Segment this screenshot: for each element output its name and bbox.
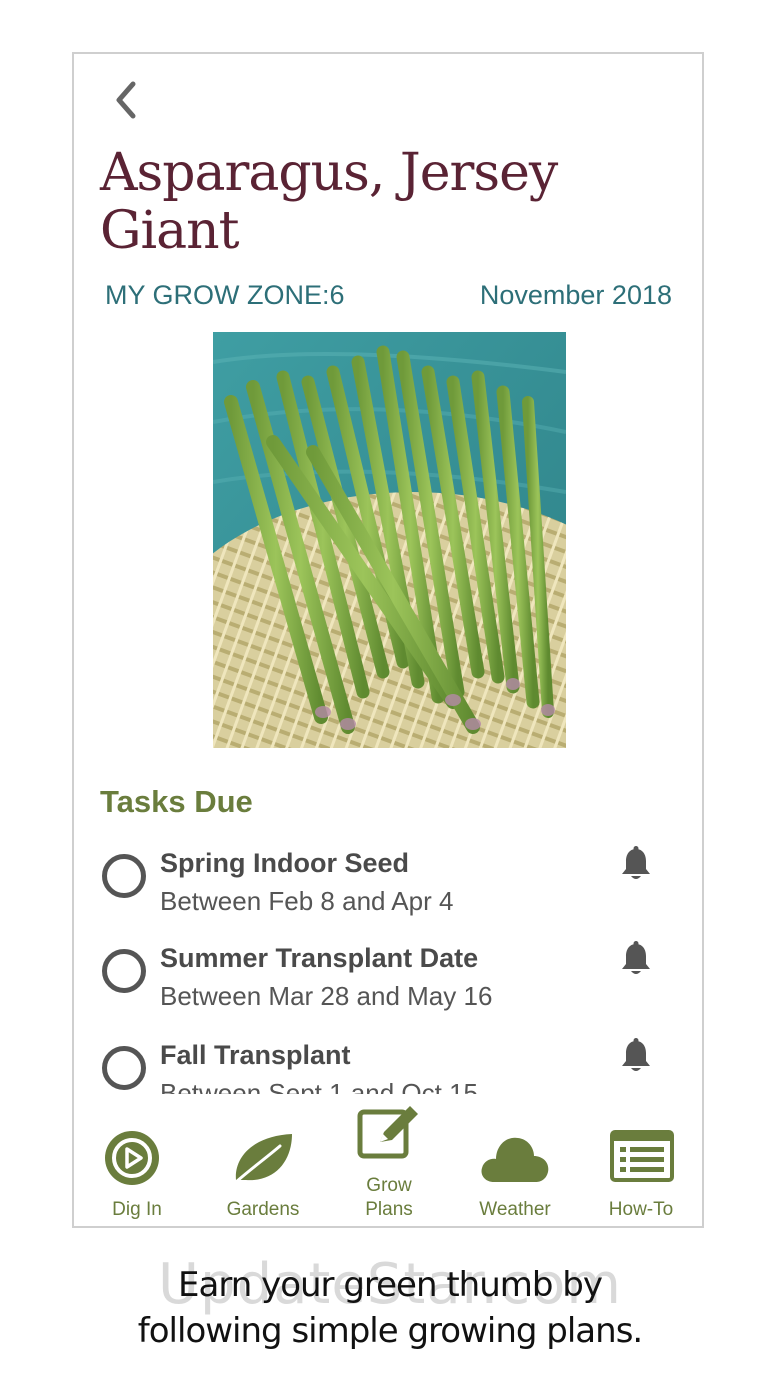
task-name: Spring Indoor Seed (160, 848, 410, 878)
nav-dig-in[interactable]: Dig In (74, 1094, 200, 1226)
plant-photo (213, 332, 566, 748)
task-checkbox[interactable] (102, 854, 146, 898)
nav-grow-plans[interactable]: Grow Plans (326, 1094, 452, 1226)
back-button[interactable] (104, 78, 148, 122)
nav-label-line2: Plans (365, 1199, 413, 1220)
play-circle-icon (105, 1131, 159, 1185)
nav-weather[interactable]: Weather (452, 1094, 578, 1226)
chevron-left-icon (116, 81, 136, 119)
tasks-heading: Tasks Due (100, 784, 253, 819)
nav-label-line1: Grow (366, 1175, 412, 1196)
bottom-nav: Dig In Gardens Grow Plans Weather How-To (74, 1094, 702, 1226)
nav-label: Weather (479, 1199, 551, 1220)
task-item[interactable]: Summer Transplant Date Between Mar 28 an… (100, 941, 680, 1023)
list-icon (610, 1130, 674, 1182)
bell-icon[interactable] (620, 846, 652, 882)
edit-square-icon (357, 1106, 418, 1159)
task-name: Fall Transplant (160, 1040, 351, 1070)
nav-label: Dig In (112, 1199, 162, 1220)
phone-screen: Asparagus, Jersey Giant MY GROW ZONE:6 N… (72, 52, 704, 1228)
bell-icon[interactable] (620, 941, 652, 977)
task-date-range: Between Feb 8 and Apr 4 (160, 886, 454, 916)
bell-icon[interactable] (620, 1038, 652, 1074)
date-label: November 2018 (479, 280, 672, 310)
leaf-icon (234, 1134, 292, 1184)
task-checkbox[interactable] (102, 1046, 146, 1090)
task-item[interactable]: Fall Transplant Between Sept 1 and Oct 1… (100, 1038, 680, 1094)
cloud-icon (481, 1137, 549, 1182)
task-checkbox[interactable] (102, 949, 146, 993)
nav-label: How-To (608, 1199, 674, 1220)
caption-line-2: following simple growing plans. (137, 1311, 643, 1351)
caption-line-1: Earn your green thumb by (178, 1265, 603, 1305)
nav-gardens[interactable]: Gardens (200, 1094, 326, 1226)
promo-caption: Earn your green thumb by following simpl… (0, 1262, 780, 1354)
nav-label: Gardens (226, 1199, 300, 1220)
grow-zone-label: MY GROW ZONE:6 (105, 280, 345, 310)
task-date-range: Between Mar 28 and May 16 (160, 981, 493, 1011)
task-list: Spring Indoor Seed Between Feb 8 and Apr… (74, 834, 702, 1094)
task-date-range: Between Sept 1 and Oct 15 (160, 1078, 478, 1094)
task-name: Summer Transplant Date (160, 943, 479, 973)
nav-how-to[interactable]: How-To (578, 1094, 702, 1226)
task-item[interactable]: Spring Indoor Seed Between Feb 8 and Apr… (100, 846, 680, 928)
page-title: Asparagus, Jersey Giant (100, 143, 558, 261)
